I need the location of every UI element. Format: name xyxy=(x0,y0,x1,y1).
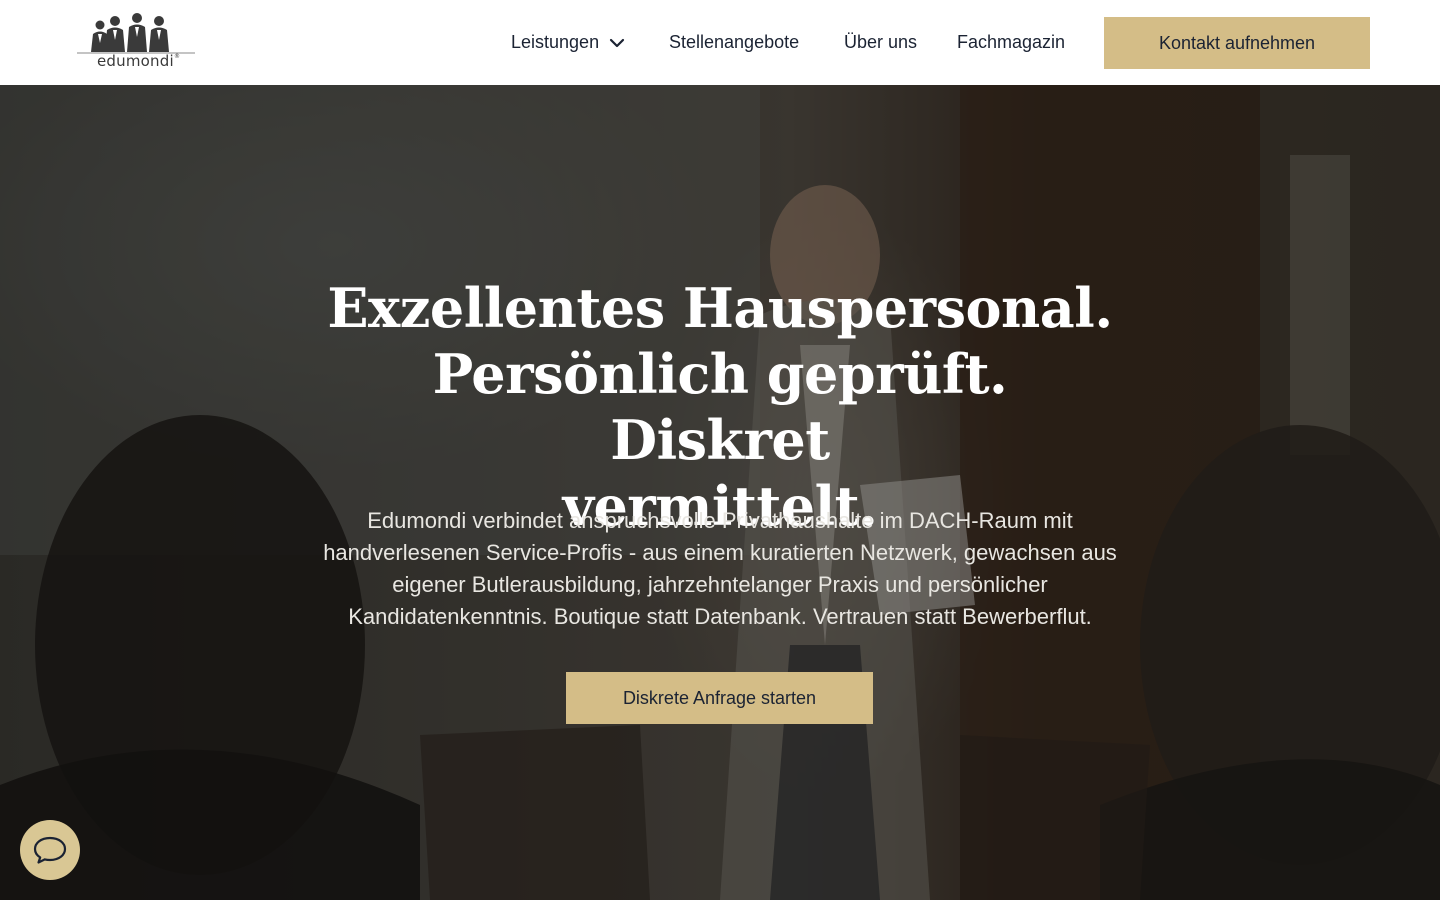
hero-description-line: Edumondi verbindet anspruchsvolle Privat… xyxy=(367,508,1073,533)
hero-title: Exzellentes Hauspersonal. Persönlich gep… xyxy=(320,275,1120,539)
nav-item-services-label: Leistungen xyxy=(511,32,600,52)
nav-magazine[interactable]: Fachmagazin xyxy=(957,0,1065,85)
contact-button[interactable]: Kontakt aufnehmen xyxy=(1104,17,1370,69)
chevron-down-icon[interactable] xyxy=(609,32,625,53)
hero-description-line: handverlesenen Service-Profis - aus eine… xyxy=(323,540,1117,565)
nav-item-services[interactable]: Leistungen xyxy=(511,32,625,53)
nav-jobs[interactable]: Stellenangebote xyxy=(669,0,799,85)
nav-item-magazine[interactable]: Fachmagazin xyxy=(957,32,1065,53)
hero-description: Edumondi verbindet anspruchsvolle Privat… xyxy=(270,505,1170,633)
logo-wordmark: edumondi xyxy=(97,52,174,70)
edumondi-logo[interactable]: edumondi ® xyxy=(77,12,195,72)
chat-widget-button[interactable] xyxy=(20,820,80,880)
chat-bubble-icon xyxy=(33,836,67,864)
nav-item-about[interactable]: Über uns xyxy=(844,32,917,53)
nav-about[interactable]: Über uns xyxy=(844,0,917,85)
nav-services[interactable]: Leistungen xyxy=(511,0,625,85)
site-header: edumondi ® Leistungen Stellenangebote Üb… xyxy=(0,0,1440,85)
hero-description-line: Kandidatenkenntnis. Boutique statt Daten… xyxy=(348,604,1092,629)
butler-figures-icon xyxy=(77,13,195,54)
hero-description-line: eigener Butlerausbildung, jahrzehntelang… xyxy=(392,572,1048,597)
registered-mark: ® xyxy=(174,53,180,60)
hero-content: Exzellentes Hauspersonal. Persönlich gep… xyxy=(0,85,1440,900)
hero-section: Exzellentes Hauspersonal. Persönlich gep… xyxy=(0,85,1440,900)
nav-item-jobs[interactable]: Stellenangebote xyxy=(669,32,799,53)
discreet-inquiry-button[interactable]: Diskrete Anfrage starten xyxy=(566,672,873,724)
hero-title-line: Persönlich geprüft. Diskret xyxy=(432,342,1008,472)
hero-title-line: Exzellentes Hauspersonal. xyxy=(327,276,1113,340)
